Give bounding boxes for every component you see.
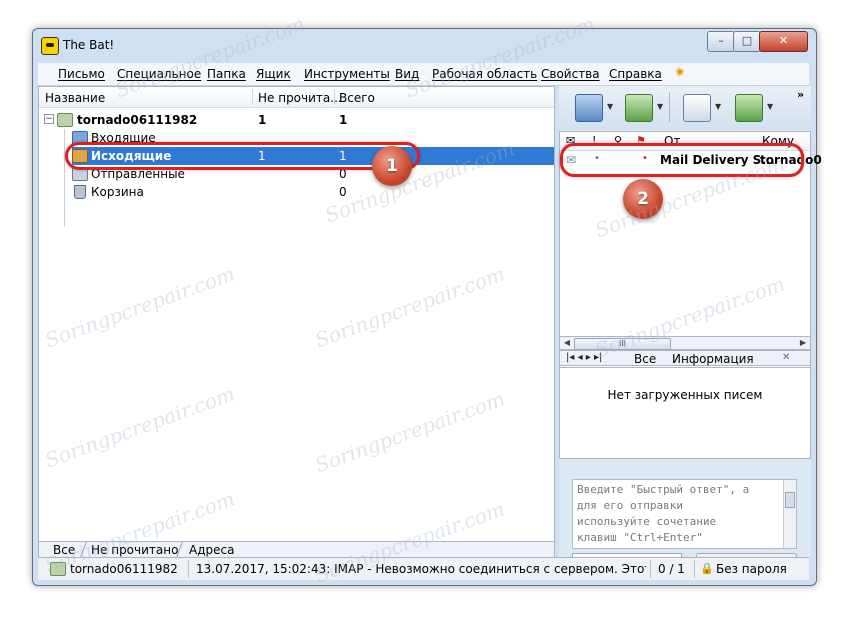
highlight-message (560, 143, 804, 177)
send-mail-icon[interactable] (625, 94, 653, 122)
account-total: 1 (339, 113, 348, 127)
horizontal-scrollbar[interactable]: ◀ III ▶ (559, 336, 811, 350)
new-letter-icon[interactable] (683, 94, 711, 122)
tab-preview-all[interactable]: Все (634, 352, 656, 366)
folder-tree-pane: Название Не прочита... Всего − tornado06… (38, 86, 555, 545)
menu-letter[interactable]: Письмо (58, 67, 105, 81)
scroll-left-icon[interactable]: ◀ (560, 337, 574, 349)
close-button[interactable]: ✕ (759, 31, 808, 52)
minimize-button[interactable]: – (707, 31, 735, 52)
title-bar: The Bat! – □ ✕ (33, 29, 816, 61)
window-title: The Bat! (63, 38, 115, 52)
maximize-button[interactable]: □ (733, 31, 761, 52)
status-password: Без пароля (716, 562, 787, 576)
bat-app-icon (41, 37, 59, 55)
tab-unread[interactable]: Не прочитано (91, 543, 178, 557)
status-account: tornado06111982 (70, 562, 178, 576)
status-bar: tornado06111982 13.07.2017, 15:02:43: IM… (38, 557, 809, 580)
trash-icon (74, 185, 86, 199)
toolbar-overflow-icon[interactable]: » (797, 88, 804, 101)
menu-folder[interactable]: Папка (207, 67, 246, 81)
tab-information[interactable]: Информация (672, 352, 754, 366)
collapse-icon[interactable]: − (44, 114, 54, 124)
folder-column-header: Название Не прочита... Всего (39, 87, 554, 108)
column-name[interactable]: Название (45, 91, 105, 105)
account-name: tornado06111982 (77, 113, 198, 127)
account-icon (57, 113, 73, 127)
column-total[interactable]: Всего (339, 91, 375, 105)
empty-preview-text: Нет загруженных писем (607, 388, 763, 402)
quick-reply-scrollbar[interactable] (783, 480, 796, 548)
tab-all[interactable]: Все (53, 543, 75, 557)
account-status-icon (50, 562, 66, 576)
right-pane: ▼ ▼ ▼ ▼ » ✉ ! ⚲ ⚑ От Кому ✉ • • Mail Del… (559, 86, 822, 572)
chevron-down-icon[interactable]: ▼ (767, 102, 773, 111)
menu-help[interactable]: Справка (609, 67, 662, 81)
close-tab-icon[interactable]: ✕ (782, 352, 790, 363)
quick-reply-placeholder: Введите "Быстрый ответ", а для его отпра… (577, 483, 750, 544)
app-window: The Bat! – □ ✕ Письмо Специальное Папка … (32, 28, 822, 586)
menu-properties[interactable]: Свойства (541, 67, 600, 81)
get-mail-icon[interactable] (575, 94, 603, 122)
menu-bar: Письмо Специальное Папка Ящик Инструмент… (38, 63, 809, 86)
page-nav-icons[interactable]: |◂ ◂ ▸ ▸| (566, 352, 602, 363)
scroll-thumb[interactable]: III (574, 338, 671, 350)
column-unread[interactable]: Не прочита... (258, 91, 342, 105)
chevron-down-icon[interactable]: ▼ (657, 102, 663, 111)
menu-workspace[interactable]: Рабочая область (432, 67, 537, 81)
callout-badge-2: 2 (623, 179, 663, 219)
folder-label: Корзина (91, 185, 144, 199)
toolbar: ▼ ▼ ▼ ▼ » (559, 86, 811, 130)
folder-trash[interactable]: Корзина 0 (39, 183, 554, 201)
chevron-down-icon[interactable]: ▼ (607, 102, 613, 111)
chevron-down-icon[interactable]: ▼ (715, 102, 721, 111)
quick-reply-field[interactable]: Введите "Быстрый ответ", а для его отпра… (572, 479, 797, 549)
account-unread: 1 (258, 113, 267, 127)
tab-addresses[interactable]: Адреса (189, 543, 234, 557)
menu-view[interactable]: Вид (395, 67, 419, 81)
status-message: 13.07.2017, 15:02:43: IMAP - Невозможно … (196, 562, 646, 576)
reply-icon[interactable] (735, 94, 763, 122)
folder-total: 0 (339, 185, 347, 199)
menu-special[interactable]: Специальное (117, 67, 201, 81)
status-count: 0 / 1 (658, 562, 685, 576)
callout-badge-1: 1 (372, 146, 412, 186)
scroll-right-icon[interactable]: ▶ (796, 337, 810, 349)
highlight-outbox (65, 142, 420, 170)
account-row[interactable]: − tornado06111982 1 1 (39, 111, 554, 129)
preview-area: Нет загруженных писем (559, 367, 811, 459)
menu-tools[interactable]: Инструменты (304, 67, 390, 81)
preview-tabs: |◂ ◂ ▸ ▸| Все Информация ✕ (559, 350, 811, 366)
star-icon[interactable]: ✷ (674, 65, 686, 81)
lock-icon: 🔒 (700, 562, 714, 575)
menu-mailbox[interactable]: Ящик (256, 67, 291, 81)
